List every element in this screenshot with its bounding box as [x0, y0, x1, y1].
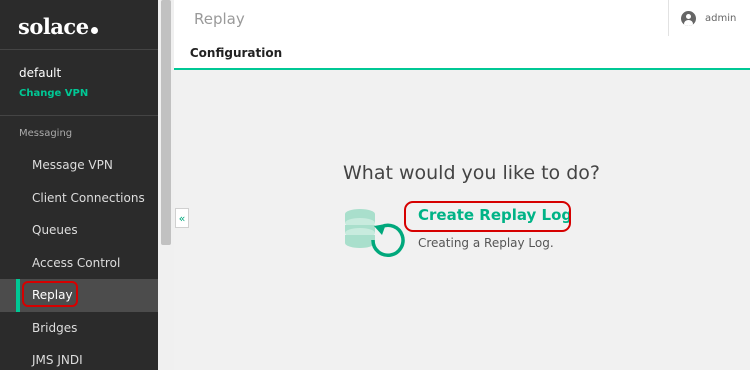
sidebar-item-access-control[interactable]: Access Control — [0, 247, 158, 280]
sidebar-item-jms-jndi[interactable]: JMS JNDI — [0, 344, 158, 370]
page-title: Replay — [194, 10, 245, 28]
double-chevron-left-icon[interactable]: « — [175, 208, 189, 228]
vpn-panel: default Change VPN — [0, 50, 158, 116]
replay-database-icon — [345, 209, 405, 257]
sidebar-item-client-connections[interactable]: Client Connections — [0, 182, 158, 215]
sidebar-item-label: Replay — [32, 288, 73, 303]
prompt-heading: What would you like to do? — [343, 162, 600, 184]
sidebar-scrollbar[interactable] — [158, 0, 174, 370]
sidebar: solace default Change VPN Messaging Mess… — [0, 0, 158, 370]
tab-label: Configuration — [189, 46, 283, 60]
scrollbar-thumb[interactable] — [161, 0, 171, 245]
sidebar-item-label: Bridges — [32, 320, 78, 335]
user-name: admin — [705, 12, 737, 24]
sidebar-item-bridges[interactable]: Bridges — [0, 312, 158, 345]
sidebar-item-label: Queues — [32, 223, 78, 238]
sidebar-item-label: Access Control — [32, 255, 121, 270]
user-avatar-icon — [681, 10, 696, 26]
create-replay-log-link[interactable]: Create Replay Log — [418, 206, 572, 224]
page-header: Replay admin Configuration — [174, 0, 750, 70]
sidebar-item-label: JMS JNDI — [32, 353, 83, 368]
nav-section-messaging: Messaging — [19, 128, 73, 139]
solace-logo[interactable]: solace — [0, 0, 158, 50]
tab-configuration[interactable]: Configuration — [174, 36, 298, 70]
sidebar-item-queues[interactable]: Queues — [0, 214, 158, 247]
sidebar-item-label: Client Connections — [32, 190, 145, 205]
sidebar-item-message-vpn[interactable]: Message VPN — [0, 149, 158, 182]
change-vpn-link[interactable]: Change VPN — [19, 88, 158, 99]
create-replay-log-description: Creating a Replay Log. — [418, 236, 554, 250]
logo-dot — [90, 27, 98, 34]
logo-text: solace — [18, 14, 89, 39]
user-menu[interactable]: admin — [668, 0, 750, 36]
sidebar-item-label: Message VPN — [32, 158, 113, 173]
sidebar-item-replay[interactable]: Replay — [0, 279, 158, 312]
vpn-name: default — [19, 66, 62, 80]
